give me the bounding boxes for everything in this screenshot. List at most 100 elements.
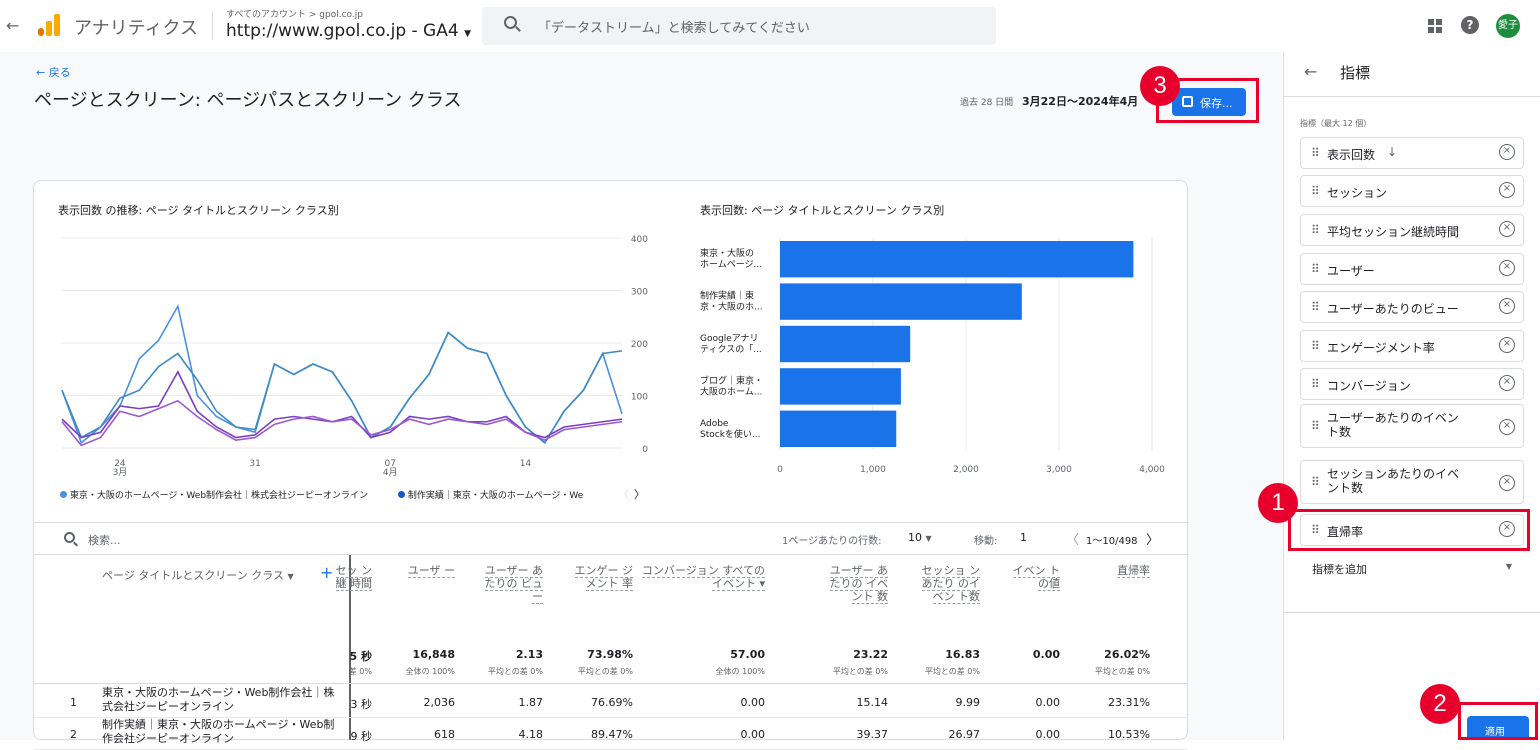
metric-chip[interactable]: ⠿ ユーザーあたりのビュー × (1300, 291, 1524, 323)
metric-chip[interactable]: ⠿ エンゲージメント率 × (1300, 330, 1524, 362)
line-series-2[interactable] (61, 331, 623, 444)
metric-chip[interactable]: ⠿ セッション × (1300, 175, 1524, 207)
search-placeholder: 「データストリーム」と検索してみてください (538, 21, 810, 36)
x-tick-month: 4月 (383, 467, 398, 478)
x-tick-label: 3,000 (1046, 465, 1072, 475)
line-series-1[interactable] (61, 304, 623, 445)
column-header[interactable]: コンバージョン すべてのイベント ▾ (635, 564, 765, 591)
page-prev-icon[interactable]: 〈 (1066, 529, 1079, 548)
line-chart[interactable]: 4003002001000243月31 074月14 (56, 228, 666, 488)
metric-chip[interactable]: ⠿ ユーザーあたりのイベント数 × (1300, 404, 1524, 448)
bar[interactable] (780, 410, 897, 447)
bar[interactable] (780, 241, 1134, 278)
table-cell: 39.37 (856, 728, 889, 741)
row-index: 2 (70, 728, 77, 741)
metric-label: セッションあたりのイベント数 (1327, 467, 1460, 495)
remove-metric-icon[interactable]: × (1499, 419, 1515, 435)
legend-prev-icon[interactable]: 〈 (618, 486, 629, 502)
remove-metric-icon[interactable]: × (1499, 375, 1515, 391)
column-header[interactable]: イベン トの値 (1004, 564, 1060, 591)
help-icon[interactable]: ? (1461, 16, 1479, 34)
column-header[interactable]: 直帰率 (1090, 564, 1150, 578)
legend-dot-icon (60, 491, 67, 498)
remove-metric-icon[interactable]: × (1499, 337, 1515, 353)
row-title[interactable]: 東京・大阪のホームページ・Web制作会社｜株式会社ジーピーオンライン (102, 686, 342, 716)
rows-per-page-value: 10 (908, 531, 922, 544)
metric-chip[interactable]: ⠿ 表示回数 ↓ × (1300, 137, 1524, 169)
panel-title: 指標 (1340, 64, 1371, 82)
table-search-input[interactable]: 検索... (88, 532, 121, 548)
drag-handle-icon[interactable]: ⠿ (1311, 475, 1320, 489)
column-header[interactable]: セッショ ンあたり のイベン ト数 (918, 564, 980, 604)
metric-chip[interactable]: ⠿ セッションあたりのイベント数 × (1300, 460, 1524, 504)
table-divider (34, 522, 1187, 523)
drag-handle-icon[interactable]: ⠿ (1311, 419, 1320, 433)
legend-next-icon[interactable]: 〉 (634, 486, 645, 502)
metric-chip[interactable]: ⠿ ユーザー × (1300, 253, 1524, 285)
column-total: 2.13 (515, 648, 543, 661)
metric-chip[interactable]: ⠿ 平均セッション継続時間 × (1300, 214, 1524, 246)
remove-metric-icon[interactable]: × (1499, 182, 1515, 198)
column-total: 26.02% (1104, 648, 1150, 661)
column-total: 73.98% (587, 648, 633, 661)
column-header[interactable]: ユーザ ー (395, 564, 455, 578)
table-cell: 0.00 (740, 728, 766, 741)
add-metric-dropdown[interactable]: 指標を追加 ▼ (1300, 556, 1524, 580)
legend-item-1[interactable]: 東京・大阪のホームページ・Web制作会社｜株式会社ジーピーオンライン (60, 488, 368, 501)
table-cell: 15.14 (856, 696, 889, 709)
remove-metric-icon[interactable]: × (1499, 144, 1515, 160)
column-header[interactable]: ユーザー あたりの ビュー (481, 564, 543, 604)
drag-handle-icon[interactable]: ⠿ (1311, 146, 1320, 160)
analytics-logo-icon (38, 14, 60, 36)
x-tick-label: 4,000 (1139, 465, 1165, 475)
y-tick-label: 400 (631, 235, 648, 245)
row-title[interactable]: 制作実績｜東京・大阪のホームページ・Web制作会社ジーピーオンライン (102, 718, 342, 748)
category-label: ティクスの「... (700, 344, 762, 355)
account-breadcrumb[interactable]: すべてのアカウント > gpol.co.jp (226, 7, 363, 20)
remove-metric-icon[interactable]: × (1499, 298, 1515, 314)
remove-metric-icon[interactable]: × (1499, 475, 1515, 491)
annotation-badge-2: 2 (1420, 684, 1460, 724)
category-label: 京・大阪のホ... (700, 301, 763, 313)
drag-handle-icon[interactable]: ⠿ (1311, 223, 1320, 237)
sort-desc-icon: ↓ (1387, 145, 1398, 159)
category-label: 制作実績｜東 (700, 290, 754, 302)
bar-chart[interactable]: 0 1,000 2,000 3,000 4,000 東京・大阪のホームページ... 制作実績… (696, 228, 1176, 488)
property-selector[interactable]: http://www.gpol.co.jp - GA4 ▼ (226, 21, 471, 41)
metric-chip[interactable]: ⠿ コンバージョン × (1300, 368, 1524, 400)
avatar[interactable]: 愛子 (1496, 14, 1520, 38)
column-header[interactable]: セッ ン継 時間 (332, 564, 372, 591)
table-cell: 0.00 (1035, 696, 1061, 709)
drag-handle-icon[interactable]: ⠿ (1311, 300, 1320, 314)
legend-item-2[interactable]: 制作実績｜東京・大阪のホームページ・We (398, 488, 608, 501)
app-title: アナリティクス (74, 18, 199, 39)
drag-handle-icon[interactable]: ⠿ (1311, 184, 1320, 198)
legend-label-1: 東京・大阪のホームページ・Web制作会社｜株式会社ジーピーオンライン (69, 491, 369, 501)
panel-back-icon[interactable]: ← (1304, 62, 1317, 81)
y-tick-label: 300 (631, 288, 648, 298)
bar[interactable] (780, 325, 911, 363)
bar[interactable] (780, 368, 901, 405)
caret-down-icon: ▼ (464, 29, 471, 39)
back-arrow-icon[interactable]: ← (6, 16, 19, 35)
apps-grid-icon[interactable] (1428, 19, 1442, 33)
top-bar: ← アナリティクス すべてのアカウント > gpol.co.jp http://… (0, 0, 1540, 52)
drag-handle-icon[interactable]: ⠿ (1311, 339, 1320, 353)
drag-handle-icon[interactable]: ⠿ (1311, 377, 1320, 391)
column-header[interactable]: ユーザー あたりの イベント 数 (826, 564, 888, 604)
goto-input[interactable]: 1 (1020, 531, 1027, 544)
dimension-header[interactable]: ページ タイトルとスクリーン クラス ▼ (102, 567, 294, 583)
table-cell: 4.18 (518, 728, 544, 741)
bar[interactable] (780, 283, 1022, 320)
date-range[interactable]: 3月22日～2024年4月1 (1022, 93, 1138, 109)
back-link[interactable]: ← 戻る (36, 64, 71, 80)
category-label: Adobe (700, 419, 729, 429)
page-next-icon[interactable]: 〉 (1146, 529, 1159, 548)
column-header[interactable]: エンゲー ジメント 率 (571, 564, 633, 591)
search-bar[interactable]: 「データストリーム」と検索してみてください (482, 7, 996, 45)
remove-metric-icon[interactable]: × (1499, 260, 1515, 276)
x-tick-label: 1,000 (860, 465, 886, 475)
rows-per-page-select[interactable]: 10 ▼ (908, 531, 932, 544)
drag-handle-icon[interactable]: ⠿ (1311, 262, 1320, 276)
remove-metric-icon[interactable]: × (1499, 221, 1515, 237)
